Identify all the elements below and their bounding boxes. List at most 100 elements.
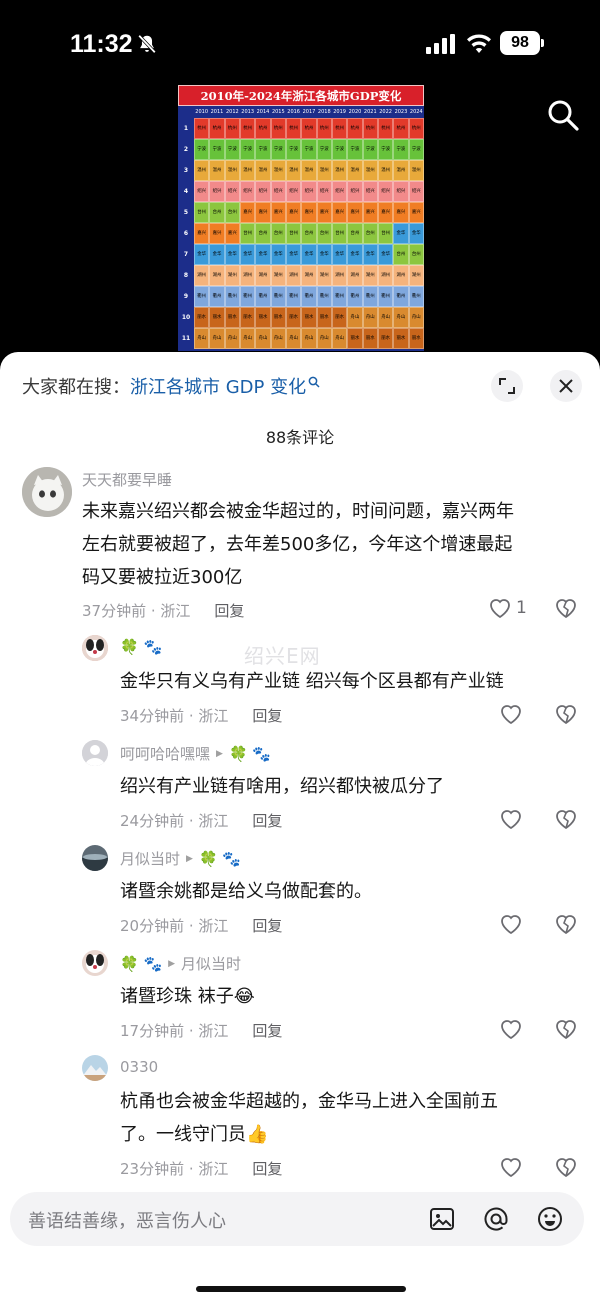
cat-avatar-icon xyxy=(22,467,72,517)
heart-icon[interactable] xyxy=(499,1156,523,1178)
gdp-city-cell: 舟山 xyxy=(209,328,225,349)
image-icon[interactable] xyxy=(428,1205,456,1233)
comment-input-bar[interactable]: 善语结善缘，恶言伤人心 xyxy=(10,1192,584,1246)
gdp-city-cell: 衢州 xyxy=(224,286,240,307)
author-name: 🍀 🐾 xyxy=(120,954,163,973)
search-suggestion[interactable]: 大家都在搜： 浙江各城市 GDP 变化 xyxy=(22,372,320,400)
author-name: 🍀 🐾 xyxy=(120,638,163,656)
gdp-city-cell: 绍兴 xyxy=(347,181,363,202)
comment-line: 左右就要被超了，去年差500多亿，今年这个增速最起 xyxy=(82,534,513,555)
gdp-city-cell: 舟山 xyxy=(194,328,210,349)
gdp-year-label: 2024 xyxy=(409,109,423,115)
gdp-city-cell: 温州 xyxy=(255,160,271,181)
heart-icon[interactable] xyxy=(499,808,523,830)
comment-meta: 17分钟前 · 浙江 回复 xyxy=(120,1020,282,1041)
gdp-city-cell: 温州 xyxy=(347,160,363,181)
broken-heart-icon[interactable] xyxy=(554,597,578,619)
gdp-rank-row: 2 宁波 宁波 宁波 宁波 宁波 宁波 宁波 宁波 宁波 宁波 宁波 宁波 宁波 宁波 宁波 xyxy=(178,139,424,160)
comment-input-placeholder[interactable]: 善语结善缘，恶言伤人心 xyxy=(28,1207,226,1233)
gdp-city-cell: 丽水 xyxy=(209,307,225,328)
gdp-rank-number: 6 xyxy=(183,230,189,237)
gdp-city-cell: 温州 xyxy=(408,160,424,181)
author-name: 0330 xyxy=(120,1058,159,1076)
reply-to-name[interactable]: 🍀 🐾 xyxy=(229,745,271,763)
gdp-city-cell: 台州 xyxy=(347,223,363,244)
avatar[interactable] xyxy=(82,635,108,661)
broken-heart-icon[interactable] xyxy=(554,913,578,935)
gdp-city-cell: 杭州 xyxy=(331,118,348,139)
comment-author[interactable]: 月似当时 ▶ 🍀 🐾 xyxy=(120,848,241,869)
avatar[interactable] xyxy=(82,1055,108,1081)
search-icon[interactable] xyxy=(546,98,580,132)
reply-to-name[interactable]: 月似当时 xyxy=(181,953,241,974)
close-button[interactable] xyxy=(550,370,582,402)
home-indicator[interactable] xyxy=(196,1286,406,1292)
heart-icon[interactable] xyxy=(499,913,523,935)
comment-time: 34分钟前 · 浙江 xyxy=(120,707,229,725)
comment-author[interactable]: 0330 xyxy=(120,1058,158,1076)
gdp-year-label: 2019 xyxy=(333,109,346,115)
avatar[interactable] xyxy=(82,845,108,871)
reply-button[interactable]: 回复 xyxy=(252,1022,282,1040)
broken-heart-icon[interactable] xyxy=(554,703,578,725)
gdp-city-cell: 嘉兴 xyxy=(209,223,225,244)
gdp-city-cell: 舟山 xyxy=(316,328,332,349)
comment-author[interactable]: 🍀 🐾 xyxy=(120,638,162,656)
gdp-city-cell: 台州 xyxy=(377,223,394,244)
comment-meta: 37分钟前 · 浙江 回复 xyxy=(82,600,244,621)
broken-heart-icon[interactable] xyxy=(554,1018,578,1040)
reply-button[interactable]: 回复 xyxy=(252,707,282,725)
comment-line: 码又要被拉近300亿 xyxy=(82,567,243,588)
reply-button[interactable]: 回复 xyxy=(214,602,244,620)
gdp-city-cell: 金华 xyxy=(362,244,378,265)
gdp-city-cell: 湖州 xyxy=(347,265,363,286)
comment-author[interactable]: 天天都要早睡 xyxy=(82,469,172,490)
gdp-city-cell: 宁波 xyxy=(194,139,210,160)
gdp-city-cell: 湖州 xyxy=(393,265,409,286)
broken-heart-icon[interactable] xyxy=(554,808,578,830)
at-mention-icon[interactable] xyxy=(482,1205,510,1233)
comment-line: 诸暨余姚都是给义乌做配套的。 xyxy=(120,881,372,902)
gdp-city-cell: 宁波 xyxy=(377,139,394,160)
heart-icon[interactable] xyxy=(499,1018,523,1040)
emoji-icon[interactable] xyxy=(536,1205,564,1233)
search-suggestion-query[interactable]: 浙江各城市 GDP 变化 xyxy=(130,373,306,399)
gdp-city-cell: 湖州 xyxy=(255,265,271,286)
gdp-city-cell: 杭州 xyxy=(285,118,302,139)
gdp-city-cell: 丽水 xyxy=(362,328,378,349)
reply-button[interactable]: 回复 xyxy=(252,812,282,830)
reply-button[interactable]: 回复 xyxy=(252,1160,282,1178)
avatar[interactable] xyxy=(22,467,72,517)
gdp-city-cell: 温州 xyxy=(316,160,332,181)
gdp-city-cell: 丽水 xyxy=(255,307,271,328)
like-button[interactable]: 1 xyxy=(488,597,527,619)
gdp-ranking-image[interactable]: 2010年-2024年浙江各城市GDP变化 2010 2011 2012 2013 20… xyxy=(178,85,424,351)
gdp-city-cell: 嘉兴 xyxy=(331,202,348,223)
gdp-city-cell: 温州 xyxy=(331,160,348,181)
gdp-rank-grid: 1 杭州 杭州 杭州 杭州 杭州 杭州 杭州 杭州 杭州 杭州 杭州 杭州 杭州 杭州 杭州 2 宁波 宁波 宁波 宁波… xyxy=(178,118,424,349)
expand-button[interactable] xyxy=(491,370,523,402)
comment-time: 20分钟前 · 浙江 xyxy=(120,917,229,935)
gdp-city-cell: 台州 xyxy=(301,223,317,244)
heart-icon[interactable] xyxy=(499,703,523,725)
reply-arrow-icon: ▶ xyxy=(216,748,223,759)
gdp-rank-number: 3 xyxy=(183,167,189,174)
gdp-city-cell: 湖州 xyxy=(194,265,210,286)
comment-time: 24分钟前 · 浙江 xyxy=(120,812,229,830)
gdp-city-cell: 温州 xyxy=(285,160,302,181)
gdp-city-cell: 宁波 xyxy=(301,139,317,160)
gdp-year-label: 2015 xyxy=(271,109,285,115)
gdp-city-cell: 杭州 xyxy=(255,118,271,139)
gdp-year-header: 2010 2011 2012 2013 2014 2015 2016 2017 2018 2019… xyxy=(178,106,424,118)
comment-author[interactable]: 🍀 🐾 ▶ 月似当时 xyxy=(120,953,241,974)
gdp-city-cell: 衢州 xyxy=(362,286,378,307)
reply-button[interactable]: 回复 xyxy=(252,917,282,935)
gdp-image-title: 2010年-2024年浙江各城市GDP变化 xyxy=(178,85,424,106)
avatar[interactable] xyxy=(82,950,108,976)
avatar[interactable] xyxy=(82,740,108,766)
gdp-city-cell: 湖州 xyxy=(316,265,332,286)
reply-to-name[interactable]: 🍀 🐾 xyxy=(199,850,241,868)
comment-author[interactable]: 呵呵哈哈嘿嘿 ▶ 🍀 🐾 xyxy=(120,743,271,764)
broken-heart-icon[interactable] xyxy=(554,1156,578,1178)
gdp-city-cell: 温州 xyxy=(239,160,256,181)
